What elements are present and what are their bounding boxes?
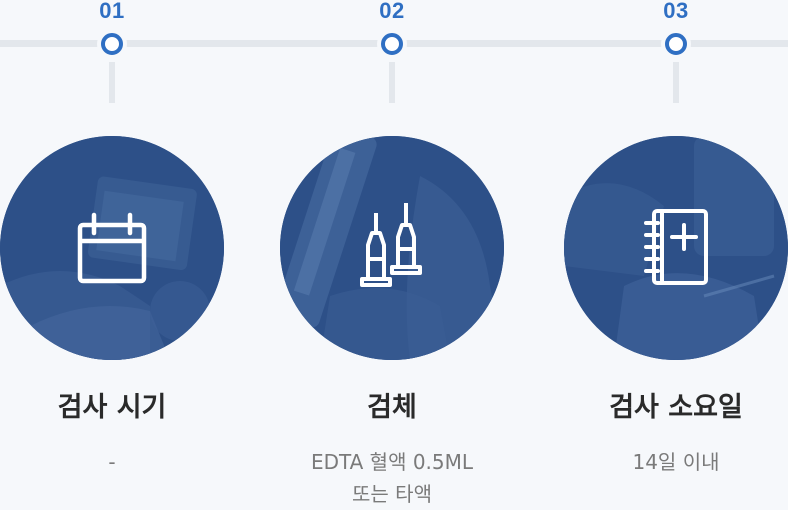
step-3: 03 검사 소요일 14일 이내 — [561, 0, 788, 506]
step-number: 03 — [663, 0, 689, 23]
step-number: 02 — [379, 0, 405, 23]
timeline-dot — [665, 33, 687, 55]
medical-notebook-icon — [644, 209, 708, 285]
step-description-line: 14일 이내 — [632, 450, 720, 474]
timeline-dot — [101, 33, 123, 55]
timeline-stem — [389, 62, 395, 103]
step-description-line: - — [108, 450, 116, 474]
timeline-dot — [381, 33, 403, 55]
step-description-line: 또는 타액 — [352, 482, 432, 506]
step-description: - — [0, 446, 227, 478]
step-image-circle — [0, 136, 224, 360]
step-description: EDTA 혈액 0.5ML 또는 타액 — [277, 446, 507, 510]
step-title: 검사 소요일 — [609, 392, 743, 423]
step-1: 01 검사 시기 - — [0, 0, 227, 506]
step-description-line: EDTA 혈액 0.5ML — [310, 450, 474, 474]
step-image-circle — [280, 136, 504, 360]
timeline-stem — [673, 62, 679, 103]
calendar-icon — [77, 212, 147, 284]
step-number: 01 — [99, 0, 125, 23]
step-image-circle — [564, 136, 788, 360]
timeline-stem — [109, 62, 115, 103]
step-title: 검체 — [367, 392, 417, 423]
step-title: 검사 시기 — [57, 392, 167, 423]
step-2: 02 검체 EDTA 혈액 0.5ML 또는 타액 — [277, 0, 507, 506]
step-description: 14일 이내 — [561, 446, 788, 478]
syringes-icon — [360, 203, 422, 287]
